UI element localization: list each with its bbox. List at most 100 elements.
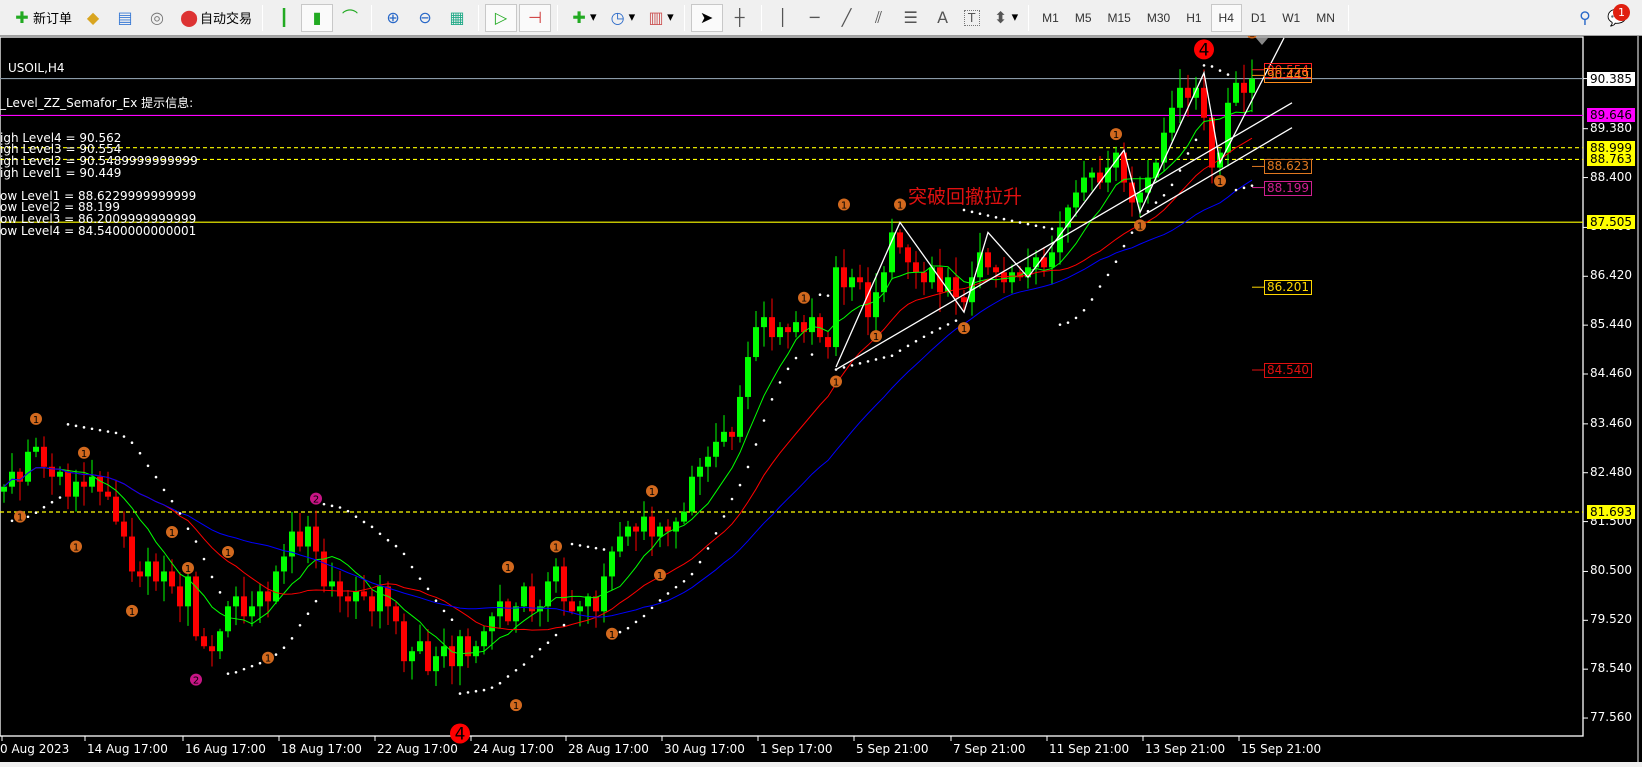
- line-chart-button[interactable]: ⌒: [335, 4, 365, 32]
- parabolic-sar-dot: [362, 520, 366, 524]
- candle-body: [113, 496, 119, 522]
- chart-shift-button[interactable]: ⊣: [519, 3, 552, 32]
- bar-chart-button[interactable]: ┃: [269, 4, 299, 32]
- candle-body: [265, 591, 271, 602]
- search-button[interactable]: ⚲: [1570, 4, 1600, 32]
- candle-body: [273, 571, 279, 602]
- parabolic-sar-dot: [1234, 188, 1238, 192]
- trendline-button[interactable]: ╱: [832, 4, 862, 32]
- parabolic-sar-dot: [306, 612, 310, 615]
- candle-body: [329, 581, 335, 587]
- cursor-button[interactable]: ➤: [690, 3, 723, 32]
- timeframe-h1[interactable]: H1: [1179, 4, 1208, 32]
- price-tick-label: 84.460: [1590, 366, 1632, 380]
- arrows-button[interactable]: ⬍ ▾: [986, 4, 1023, 32]
- parabolic-sar-dot: [546, 641, 550, 644]
- auto-trading-button[interactable]: ⬤ 自动交易: [174, 4, 256, 32]
- timeframe-m1[interactable]: M1: [1035, 4, 1066, 32]
- price-tick-label: 80.500: [1590, 563, 1632, 578]
- candle-body: [1185, 87, 1191, 98]
- data-window-button[interactable]: ▤: [110, 4, 140, 32]
- text-label-icon: T: [963, 9, 980, 26]
- new-order-button[interactable]: ✚ 新订单: [7, 4, 76, 32]
- parabolic-sar-dot: [1082, 308, 1086, 312]
- parabolic-sar-dot: [74, 424, 78, 428]
- parabolic-sar-dot: [1058, 323, 1062, 326]
- parabolic-sar-dot: [930, 331, 934, 334]
- notifications-button[interactable]: 💬1: [1602, 3, 1632, 32]
- vertical-line-button[interactable]: │: [768, 4, 798, 32]
- toolbar-separator: [557, 4, 559, 31]
- candle-body: [625, 526, 631, 537]
- toolbar-separator: [1028, 4, 1030, 31]
- candle-body: [745, 357, 751, 397]
- parabolic-sar-dot: [346, 509, 350, 513]
- candle-body: [993, 267, 999, 273]
- candle-body: [313, 526, 319, 552]
- indicators-button[interactable]: ✚ ▾: [564, 4, 601, 32]
- parabolic-sar-dot: [226, 672, 230, 675]
- parabolic-sar-dot: [562, 623, 566, 627]
- price-tick-label: 77.560: [1590, 710, 1632, 725]
- parabolic-sar-dot: [218, 591, 222, 594]
- parabolic-sar-dot: [554, 633, 558, 637]
- timeframe-m5[interactable]: M5: [1068, 4, 1099, 32]
- market-watch-button[interactable]: ◆: [78, 4, 108, 32]
- candle-body: [793, 322, 799, 333]
- timeframe-w1[interactable]: W1: [1275, 4, 1307, 32]
- candle-body: [89, 476, 95, 487]
- candle-body: [1137, 192, 1143, 203]
- parabolic-sar-dot: [1034, 224, 1038, 228]
- crosshair-button[interactable]: ┼: [725, 4, 755, 32]
- parabolic-sar-dot: [818, 293, 822, 297]
- level-label: 88.623: [1264, 159, 1312, 175]
- trendline-icon: ╱: [841, 7, 852, 27]
- templates-button[interactable]: ▥ ▾: [641, 4, 678, 32]
- auto-scroll-button[interactable]: ▷: [485, 3, 518, 32]
- candle-body: [777, 327, 783, 338]
- candle-body: [689, 476, 695, 512]
- candle-body: [641, 516, 647, 532]
- toolbar-separator: [371, 4, 373, 31]
- cursor-icon: ➤: [699, 7, 714, 27]
- parabolic-sar-dot: [962, 208, 966, 212]
- parabolic-sar-dot: [882, 356, 886, 359]
- parabolic-sar-dot: [682, 579, 686, 583]
- zoom-out-button[interactable]: ⊖: [410, 4, 440, 32]
- parabolic-sar-dot: [234, 670, 238, 674]
- fibonacci-button[interactable]: ☰: [896, 4, 926, 32]
- equidistant-channel-button[interactable]: ⫽: [864, 4, 894, 32]
- level-info-line: ow Level4 = 84.5400000000001: [0, 223, 197, 238]
- timeframe-m30[interactable]: M30: [1140, 4, 1177, 32]
- timeframe-d1[interactable]: D1: [1244, 4, 1273, 32]
- parabolic-sar-dot: [1202, 64, 1206, 67]
- moving-average-slow: [3, 179, 1253, 618]
- parabolic-sar-dot: [1066, 321, 1070, 324]
- price-tick-label: 82.480: [1590, 464, 1632, 479]
- parabolic-sar-dot: [34, 511, 38, 514]
- text-label-button[interactable]: T: [960, 4, 984, 32]
- parabolic-sar-dot: [690, 572, 694, 576]
- toolbar-separator: [683, 4, 685, 31]
- price-tick-label: 78.540: [1590, 661, 1632, 676]
- parabolic-sar-dot: [570, 542, 574, 546]
- signals-button[interactable]: ◎: [142, 4, 172, 32]
- parabolic-sar-dot: [42, 505, 46, 509]
- price-chart[interactable]: 11111111122111111111111111144: [0, 36, 1642, 767]
- text-button[interactable]: A: [928, 4, 958, 32]
- semafor-label: 1: [185, 564, 191, 575]
- timeframe-m15[interactable]: M15: [1101, 4, 1138, 32]
- timeframe-mn[interactable]: MN: [1309, 4, 1342, 32]
- candlestick-button[interactable]: ▮: [301, 3, 334, 32]
- semafor-label: 1: [169, 528, 175, 539]
- parabolic-sar-dot: [474, 689, 478, 693]
- zoom-in-button[interactable]: ⊕: [378, 4, 408, 32]
- parabolic-sar-dot: [698, 560, 702, 564]
- parabolic-sar-dot: [674, 585, 678, 589]
- timeframe-h4[interactable]: H4: [1210, 3, 1242, 32]
- parabolic-sar-dot: [1114, 260, 1118, 263]
- candle-body: [561, 566, 567, 602]
- horizontal-line-button[interactable]: ─: [800, 4, 830, 32]
- periods-button[interactable]: ◷ ▾: [603, 4, 640, 32]
- tile-windows-button[interactable]: ▦: [442, 4, 472, 32]
